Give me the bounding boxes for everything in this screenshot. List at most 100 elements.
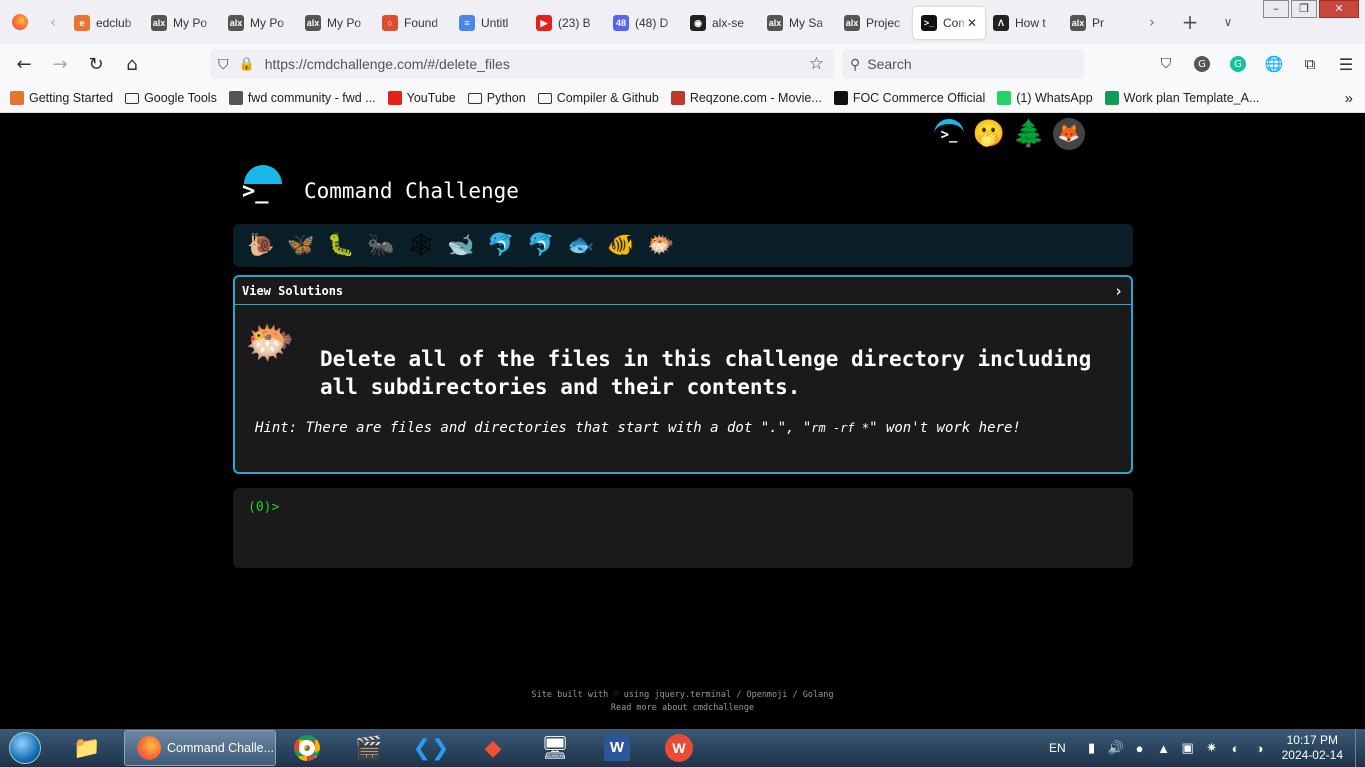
grammarly-g-icon[interactable]: G: [1184, 48, 1220, 80]
app-tray-icon[interactable]: ◑: [1248, 741, 1272, 756]
chrome-icon[interactable]: [276, 730, 338, 766]
tab-label: Untitl: [481, 16, 509, 30]
close-window-button[interactable]: ✕: [1319, 0, 1359, 18]
level-icon[interactable]: 🐜: [361, 228, 401, 264]
view-solutions-bar[interactable]: View Solutions ›: [235, 277, 1131, 305]
bookmark-item[interactable]: Reqzone.com - Movie...: [670, 91, 822, 105]
bookmark-item[interactable]: Compiler & Github: [537, 91, 659, 105]
browser-tab[interactable]: e edclub: [66, 7, 143, 39]
browser-tab[interactable]: >_ Com ✕: [913, 7, 985, 39]
bookmark-item[interactable]: Google Tools: [125, 91, 217, 105]
browser-tab[interactable]: ▶ (23) B: [528, 7, 605, 39]
browser-tab[interactable]: ◉ alx-se: [682, 7, 759, 39]
tab-favicon-icon: e: [74, 15, 90, 31]
browser-tab[interactable]: ○ Found: [374, 7, 451, 39]
tab-favicon-icon: alx: [844, 15, 860, 31]
browser-tab[interactable]: alx Pr: [1062, 7, 1139, 39]
level-icon[interactable]: 🐬: [521, 228, 561, 264]
footer-credits[interactable]: Site built with ♡ using jquery.terminal …: [0, 689, 1365, 702]
grammarly-icon[interactable]: G: [1220, 48, 1256, 80]
lock-icon[interactable]: 🔒: [239, 56, 255, 72]
media-player-icon[interactable]: 🎬: [338, 730, 400, 766]
terminal-app-icon[interactable]: 🖥: [524, 730, 586, 766]
network-icon[interactable]: ▣: [1176, 740, 1200, 756]
input-language[interactable]: EN: [1049, 741, 1066, 755]
git-icon[interactable]: ◆: [462, 730, 524, 766]
power-tray-icon[interactable]: ▮: [1080, 740, 1104, 756]
new-tab-icon[interactable]: +: [1177, 9, 1203, 35]
bookmark-item[interactable]: Python: [467, 91, 526, 105]
bookmark-favicon-icon: [833, 91, 848, 105]
url-text[interactable]: https://cmdchallenge.com/#/delete_files: [265, 56, 510, 72]
back-icon[interactable]: ←: [6, 48, 42, 80]
word-icon[interactable]: W: [586, 730, 648, 766]
wps-office-icon[interactable]: W: [648, 730, 710, 766]
bookmark-item[interactable]: fwd community - fwd ...: [228, 91, 376, 105]
vscode-icon[interactable]: ❮❯: [400, 730, 462, 766]
file-explorer-icon[interactable]: 📁: [50, 730, 124, 766]
folder-icon: [125, 92, 140, 104]
footer-read-more-link[interactable]: Read more about cmdchallenge: [0, 702, 1365, 715]
bookmark-star-icon[interactable]: ☆: [809, 54, 824, 74]
browser-tab[interactable]: Λ How t: [985, 7, 1062, 39]
extension-globe-icon[interactable]: 🌐: [1256, 48, 1292, 80]
terminal-input[interactable]: (0)>: [233, 488, 1133, 568]
evergreen-tree-icon[interactable]: 🌲: [1009, 116, 1049, 152]
extensions-puzzle-icon[interactable]: ⧉: [1292, 48, 1328, 80]
terminal-icon[interactable]: >_: [929, 116, 969, 152]
start-button[interactable]: [0, 729, 50, 767]
browser-tab[interactable]: ≡ Untitl: [451, 7, 528, 39]
pocket-icon[interactable]: ⛉: [1148, 48, 1184, 80]
level-icon[interactable]: 🦋: [281, 228, 321, 264]
level-icon[interactable]: 🕸: [401, 228, 441, 264]
forward-icon[interactable]: →: [42, 48, 78, 80]
tab-label: My Po: [327, 16, 362, 30]
menu-hamburger-icon[interactable]: ☰: [1328, 48, 1364, 80]
level-icon[interactable]: 🐬: [481, 228, 521, 264]
firefox-view-icon[interactable]: [0, 9, 40, 35]
browser-tab[interactable]: alx My Po: [143, 7, 220, 39]
tab-scroll-left-icon[interactable]: ‹: [40, 9, 66, 35]
tab-scroll-right-icon[interactable]: ›: [1139, 9, 1165, 35]
wps-tray-icon[interactable]: ✷: [1200, 740, 1224, 756]
taskbar-firefox-button[interactable]: Command Challe...: [124, 730, 276, 766]
level-icon[interactable]: 🐋: [441, 228, 481, 264]
level-icon[interactable]: 🐛: [321, 228, 361, 264]
bookmark-item[interactable]: Getting Started: [10, 91, 113, 105]
bookmark-item[interactable]: YouTube: [387, 91, 456, 105]
more-bookmarks-chevron-icon[interactable]: »: [1345, 90, 1353, 107]
site-brand[interactable]: >_ Command Challenge: [240, 165, 519, 209]
browser-tab[interactable]: alx Projec: [836, 7, 913, 39]
bookmark-item[interactable]: FOC Commerce Official: [833, 91, 985, 105]
minimize-button[interactable]: –: [1263, 0, 1289, 18]
level-icon[interactable]: 🐡: [641, 228, 681, 264]
chevron-right-icon[interactable]: ›: [1114, 282, 1123, 300]
browser-tab[interactable]: alx My Po: [220, 7, 297, 39]
list-all-tabs-icon[interactable]: ∨: [1215, 9, 1241, 35]
tracking-protection-shield-icon[interactable]: ⛉: [218, 56, 229, 73]
antivirus-tray-icon[interactable]: ▲: [1152, 741, 1176, 756]
restore-button[interactable]: ❐: [1291, 0, 1317, 18]
level-icon[interactable]: 🐌: [241, 228, 281, 264]
search-input[interactable]: ⚲ Search: [842, 49, 1084, 79]
show-desktop-button[interactable]: [1355, 729, 1365, 767]
close-tab-icon[interactable]: ✕: [967, 16, 977, 30]
reload-icon[interactable]: ↻: [78, 48, 114, 80]
browser-tab[interactable]: 48 (48) D: [605, 7, 682, 39]
gitlab-icon[interactable]: 🦊: [1049, 116, 1089, 152]
clock[interactable]: 10:17 PM 2024-02-14: [1282, 733, 1343, 763]
browser-tab[interactable]: alx My Po: [297, 7, 374, 39]
volume-icon[interactable]: 🔊: [1104, 740, 1128, 756]
envelope-icon[interactable]: ✉: [1089, 116, 1129, 152]
bookmark-item[interactable]: (1) WhatsApp: [997, 91, 1093, 105]
challenge-hint: Hint: There are files and directories th…: [255, 420, 1021, 436]
update-tray-icon[interactable]: ◐: [1224, 741, 1248, 756]
home-icon[interactable]: ⌂: [114, 48, 150, 80]
media-tray-icon[interactable]: ●: [1128, 741, 1152, 756]
level-icon[interactable]: 🐟: [561, 228, 601, 264]
hushed-face-icon[interactable]: 🫢: [969, 116, 1009, 152]
browser-tab[interactable]: alx My Sa: [759, 7, 836, 39]
bookmark-item[interactable]: Work plan Template_A...: [1104, 91, 1259, 105]
url-bar[interactable]: ⛉ 🔒 https://cmdchallenge.com/#/delete_fi…: [210, 49, 834, 79]
level-icon[interactable]: 🐠: [601, 228, 641, 264]
